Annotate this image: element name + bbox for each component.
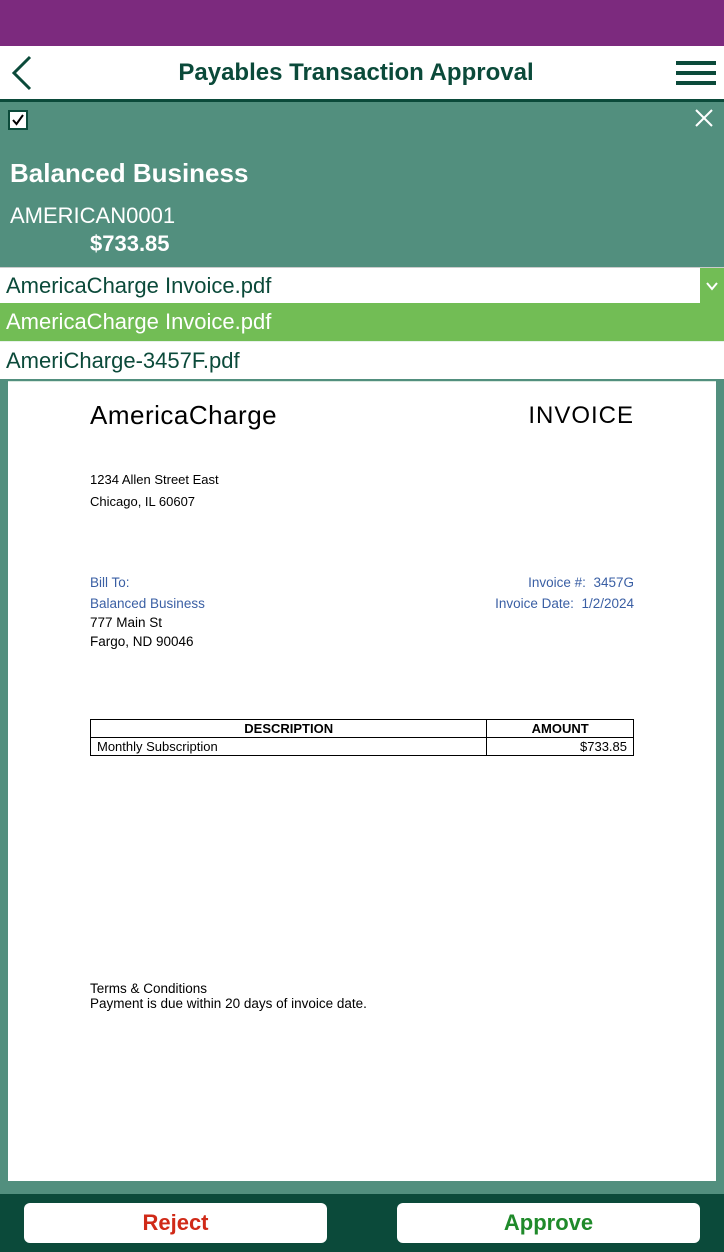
invoice-company: AmericaCharge <box>90 400 277 431</box>
attachment-select[interactable]: AmericaCharge Invoice.pdf <box>0 267 724 303</box>
status-bar <box>0 0 724 46</box>
table-row: Monthly Subscription $733.85 <box>91 738 634 756</box>
invoice-date-label: Invoice Date: <box>495 596 574 611</box>
action-bar: Reject Approve <box>0 1194 724 1252</box>
hamburger-icon <box>676 59 716 87</box>
attachment-options: AmericaCharge Invoice.pdf AmeriCharge-34… <box>0 303 724 379</box>
page-title: Payables Transaction Approval <box>44 59 668 87</box>
address-line: 1234 Allen Street East <box>90 469 634 491</box>
attachment-dropdown-toggle[interactable] <box>700 268 724 304</box>
invoice-line-table: DESCRIPTION AMOUNT Monthly Subscription … <box>90 719 634 756</box>
invoice-document: AmericaCharge INVOICE 1234 Allen Street … <box>8 382 716 756</box>
terms-block: Terms & Conditions Payment is due within… <box>90 981 367 1011</box>
col-description: DESCRIPTION <box>91 720 487 738</box>
check-icon <box>11 113 25 127</box>
bill-to-name: Balanced Business <box>90 596 205 611</box>
invoice-number: 3457G <box>593 575 634 590</box>
transaction-amount: $733.85 <box>10 231 714 257</box>
bill-to-addr: Fargo, ND 90046 <box>90 634 205 649</box>
col-amount: AMOUNT <box>487 720 634 738</box>
address-line: Chicago, IL 60607 <box>90 491 634 513</box>
close-icon <box>694 108 714 128</box>
attachment-preview[interactable]: AmericaCharge INVOICE 1234 Allen Street … <box>8 381 716 1181</box>
approve-button[interactable]: Approve <box>397 1203 700 1243</box>
bill-to-label: Bill To: <box>90 575 205 590</box>
line-amount: $733.85 <box>487 738 634 756</box>
line-description: Monthly Subscription <box>91 738 487 756</box>
menu-button[interactable] <box>668 45 724 101</box>
terms-text: Payment is due within 20 days of invoice… <box>90 996 367 1011</box>
select-checkbox[interactable] <box>8 110 28 130</box>
back-button[interactable] <box>0 45 44 101</box>
invoice-meta: Invoice #: 3457G Invoice Date: 1/2/2024 <box>495 575 634 649</box>
bill-to-block: Bill To: Balanced Business 777 Main St F… <box>90 575 205 649</box>
chevron-down-icon <box>705 281 719 291</box>
vendor-code: AMERICAN0001 <box>10 203 714 229</box>
vendor-summary: Balanced Business AMERICAN0001 $733.85 <box>0 140 724 267</box>
company-address: 1234 Allen Street East Chicago, IL 60607 <box>90 469 634 513</box>
invoice-heading: INVOICE <box>528 402 634 430</box>
bill-to-addr: 777 Main St <box>90 615 205 630</box>
attachment-selected-label: AmericaCharge Invoice.pdf <box>0 273 700 299</box>
panel-header <box>0 102 724 140</box>
vendor-name: Balanced Business <box>10 158 714 189</box>
attachment-option[interactable]: AmeriCharge-3457F.pdf <box>0 341 724 379</box>
invoice-date: 1/2/2024 <box>581 596 634 611</box>
nav-bar: Payables Transaction Approval <box>0 46 724 102</box>
reject-button[interactable]: Reject <box>24 1203 327 1243</box>
terms-heading: Terms & Conditions <box>90 981 367 996</box>
invoice-number-label: Invoice #: <box>528 575 586 590</box>
chevron-left-icon <box>9 55 35 91</box>
close-button[interactable] <box>694 108 714 133</box>
attachment-option[interactable]: AmericaCharge Invoice.pdf <box>0 303 724 341</box>
approval-panel: Balanced Business AMERICAN0001 $733.85 A… <box>0 102 724 1252</box>
